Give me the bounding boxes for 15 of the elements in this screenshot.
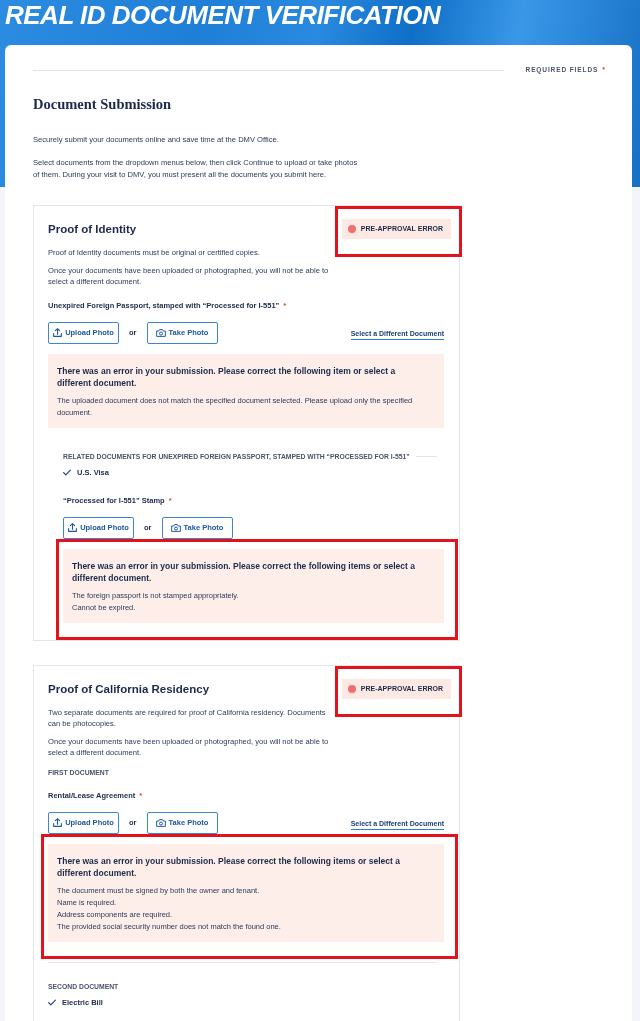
page-heading: Document Submission [33,95,173,113]
error-heading: There was an error in your submission. Please correct the following items or select a different document. [72,559,416,584]
upload-icon [53,818,63,827]
upload-icon [53,328,63,337]
banner-title: REAL ID DOCUMENT VERIFICATION [4,0,441,30]
section-title: Proof of California Residency [48,681,210,697]
section-title: Proof of Identity [48,221,137,237]
status-dot-icon [347,684,356,693]
error-heading: There was an error in your submission. Please correct the following item or select a different document. [57,364,397,389]
camera-icon [155,818,166,827]
camera-icon [170,523,181,532]
upload-icon [68,523,78,532]
status-dot-icon [347,224,356,233]
camera-icon [155,328,166,337]
error-heading: There was an error in your submission. Please correct the following items or select a different document. [57,854,401,879]
